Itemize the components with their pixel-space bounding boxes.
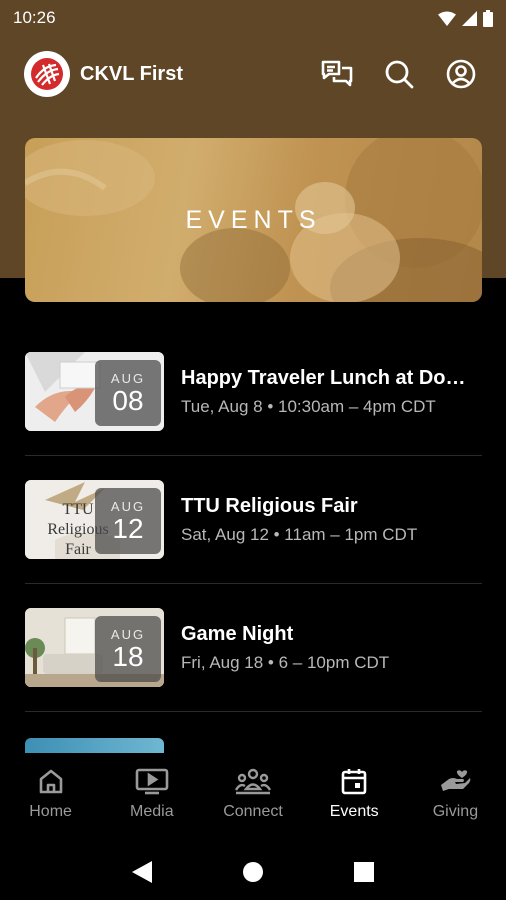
account-icon [446, 59, 476, 89]
nav-label: Events [329, 803, 379, 820]
back-icon[interactable] [132, 860, 152, 883]
media-icon [135, 768, 169, 795]
wifi-icon [438, 11, 456, 26]
nav-home[interactable]: Home [0, 753, 101, 843]
event-thumbnail: AUG 18 [25, 608, 164, 687]
event-datetime: Sat, Aug 12 • 11am – 1pm CDT [181, 524, 418, 544]
header-actions [316, 53, 482, 95]
date-badge: AUG 08 [95, 360, 161, 426]
nav-media[interactable]: Media [101, 753, 202, 843]
date-badge: AUG 12 [95, 488, 161, 554]
search-icon [385, 60, 414, 89]
event-text: TTU Religious Fair Sat, Aug 12 • 11am – … [181, 495, 482, 545]
app-header: CKVL First [0, 48, 506, 100]
status-time: 10:26 [13, 8, 56, 27]
event-text: Happy Traveler Lunch at Do… Tue, Aug 8 •… [181, 367, 482, 417]
bottom-nav: Home Media Connect Events Giving [0, 753, 506, 843]
system-nav-bar [0, 843, 506, 900]
connect-icon [235, 768, 271, 795]
profile-button[interactable] [440, 53, 482, 95]
event-list: AUG 08 Happy Traveler Lunch at Do… Tue, … [25, 328, 482, 762]
event-item[interactable]: AUG 08 Happy Traveler Lunch at Do… Tue, … [25, 328, 482, 456]
app-title: CKVL First [80, 62, 183, 85]
nav-events[interactable]: Events [304, 753, 405, 843]
date-badge: AUG 18 [95, 616, 161, 682]
search-button[interactable] [378, 53, 420, 95]
event-text: Game Night Fri, Aug 18 • 6 – 10pm CDT [181, 623, 482, 673]
event-item[interactable]: TTU Religious Fair AUG 12 TTU Religious … [25, 456, 482, 584]
event-datetime: Fri, Aug 18 • 6 – 10pm CDT [181, 652, 390, 672]
church-logo[interactable] [24, 51, 70, 97]
event-item[interactable] [25, 712, 482, 762]
messages-button[interactable] [316, 53, 358, 95]
date-badge-day: 12 [112, 512, 144, 544]
home-button-icon[interactable] [242, 861, 264, 883]
status-icons [438, 9, 493, 27]
date-badge-day: 18 [112, 640, 144, 672]
status-bar: 10:26 [0, 0, 506, 36]
nav-label: Home [29, 803, 72, 820]
event-thumbnail: TTU Religious Fair AUG 12 [25, 480, 164, 559]
nav-label: Giving [432, 803, 479, 820]
nav-giving[interactable]: Giving [405, 753, 506, 843]
event-title: Game Night [181, 622, 294, 645]
nav-label: Connect [223, 803, 283, 820]
date-badge-month: AUG [110, 370, 146, 386]
nav-connect[interactable]: Connect [202, 753, 303, 843]
logo-icon [31, 58, 63, 90]
date-badge-day: 08 [112, 384, 144, 416]
event-title: Happy Traveler Lunch at Do… [181, 366, 466, 389]
event-item[interactable]: AUG 18 Game Night Fri, Aug 18 • 6 – 10pm… [25, 584, 482, 712]
event-datetime: Tue, Aug 8 • 10:30am – 4pm CDT [181, 396, 436, 416]
home-icon [39, 769, 62, 794]
signal-icon [462, 10, 477, 26]
chat-icon [321, 60, 353, 87]
battery-icon [483, 9, 493, 27]
event-title: TTU Religious Fair [181, 494, 358, 517]
recents-icon[interactable] [354, 861, 374, 882]
banner-title: EVENTS [185, 205, 322, 234]
date-badge-month: AUG [110, 498, 146, 514]
event-thumbnail: AUG 08 [25, 352, 164, 431]
events-icon [341, 769, 367, 795]
date-badge-month: AUG [110, 626, 146, 642]
nav-label: Media [130, 803, 174, 820]
giving-icon [441, 770, 471, 791]
events-banner: EVENTS [25, 138, 482, 302]
